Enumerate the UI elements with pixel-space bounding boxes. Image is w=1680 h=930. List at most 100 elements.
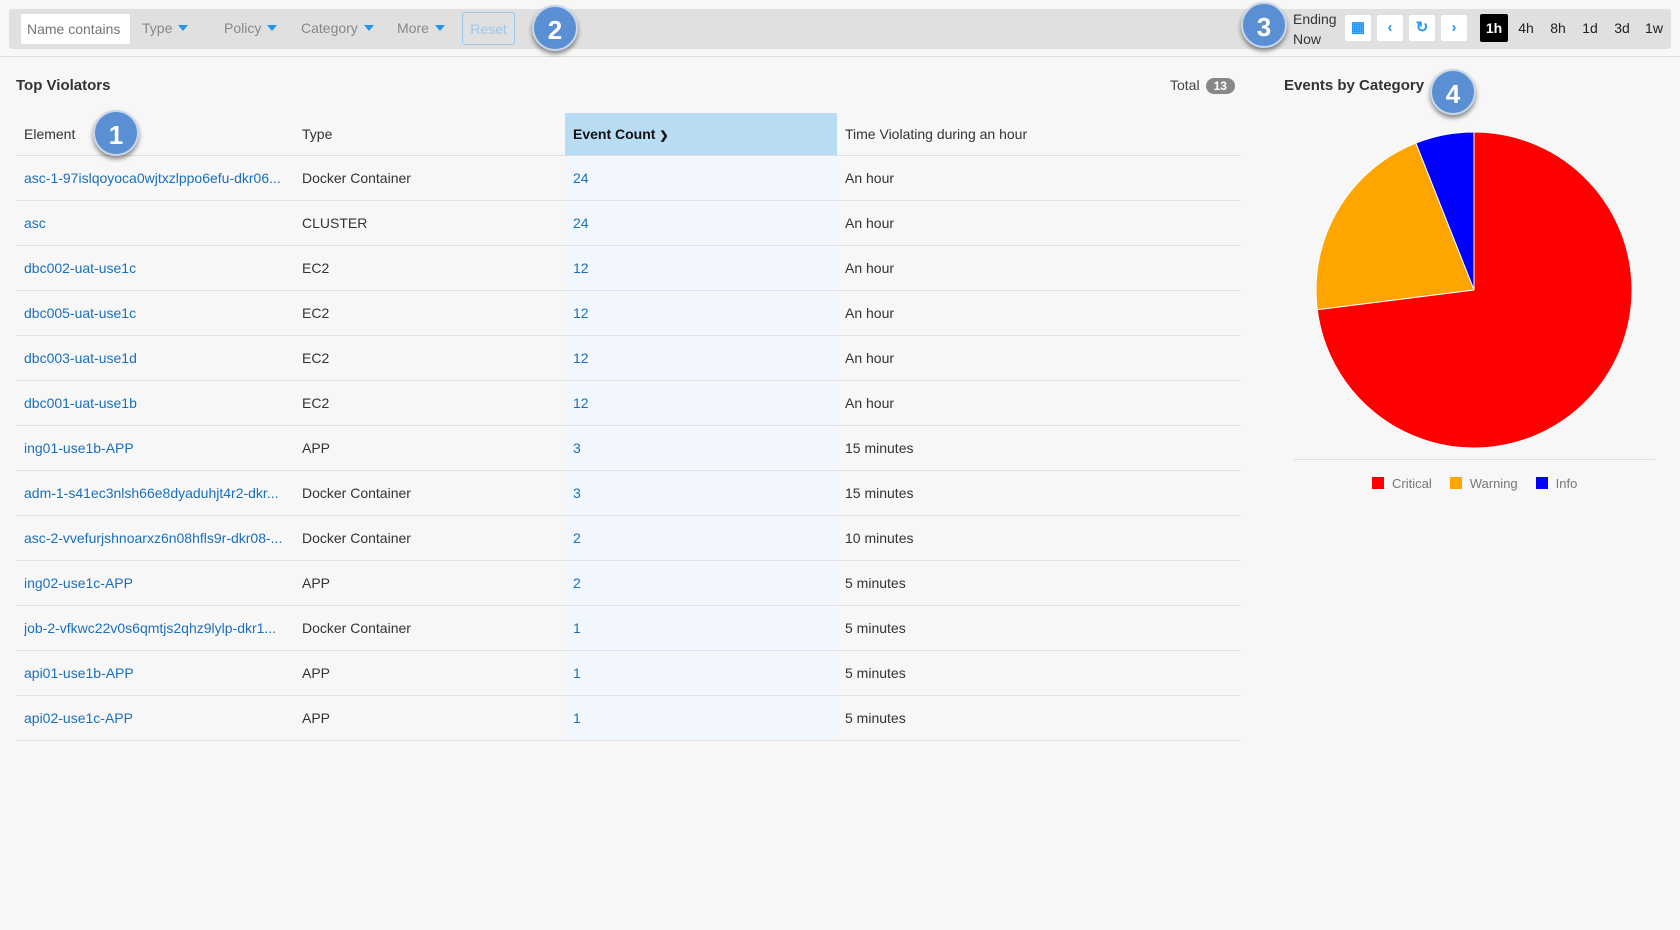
element-cell: api01-use1b-APP bbox=[16, 650, 294, 696]
column-header-event-count[interactable]: Event Count ❯ bbox=[565, 113, 837, 156]
table-row: dbc002-uat-use1c EC2 12 An hour bbox=[16, 245, 1241, 291]
range-1w[interactable]: 1w bbox=[1640, 14, 1668, 42]
type-cell: EC2 bbox=[294, 245, 565, 291]
element-link[interactable]: ing02-use1c-APP bbox=[24, 575, 294, 591]
element-link[interactable]: api02-use1c-APP bbox=[24, 710, 294, 726]
event-count-link[interactable]: 2 bbox=[573, 530, 581, 546]
chevron-right-icon[interactable]: › bbox=[1441, 15, 1467, 41]
column-header-type[interactable]: Type bbox=[294, 113, 565, 156]
event-count-cell: 3 bbox=[565, 425, 837, 471]
event-count-cell: 1 bbox=[565, 695, 837, 741]
refresh-icon[interactable]: ↻ bbox=[1409, 15, 1435, 41]
time-violating-cell: An hour bbox=[837, 335, 1241, 381]
column-header-time-violating[interactable]: Time Violating during an hour bbox=[837, 113, 1241, 156]
divider bbox=[0, 56, 1680, 57]
type-cell: APP bbox=[294, 650, 565, 696]
time-violating-cell: 5 minutes bbox=[837, 650, 1241, 696]
range-3d[interactable]: 3d bbox=[1608, 14, 1636, 42]
element-cell: dbc005-uat-use1c bbox=[16, 290, 294, 336]
time-violating-cell: 15 minutes bbox=[837, 425, 1241, 471]
table-row: api02-use1c-APP APP 1 5 minutes bbox=[16, 695, 1241, 741]
range-1h[interactable]: 1h bbox=[1480, 14, 1508, 42]
category-pie-chart bbox=[1315, 131, 1633, 449]
element-link[interactable]: asc bbox=[24, 215, 294, 231]
element-link[interactable]: api01-use1b-APP bbox=[24, 665, 294, 681]
divider bbox=[1294, 459, 1655, 460]
violators-table: Element Type Event Count ❯ Time Violatin… bbox=[16, 113, 1241, 741]
range-8h[interactable]: 8h bbox=[1544, 14, 1572, 42]
element-cell: dbc003-uat-use1d bbox=[16, 335, 294, 381]
total-count: Total 13 bbox=[1170, 77, 1235, 94]
time-violating-cell: An hour bbox=[837, 200, 1241, 246]
element-cell: dbc001-uat-use1b bbox=[16, 380, 294, 426]
event-count-cell: 1 bbox=[565, 605, 837, 651]
ending-label: Ending bbox=[1293, 11, 1337, 27]
element-link[interactable]: asc-1-97islqoyoca0wjtxzlppo6efu-dkr06... bbox=[24, 170, 294, 186]
time-violating-cell: An hour bbox=[837, 290, 1241, 336]
more-filter-dropdown[interactable]: More bbox=[397, 20, 445, 36]
annotation-marker: 3 bbox=[1241, 2, 1287, 48]
event-count-link[interactable]: 12 bbox=[573, 305, 589, 321]
time-violating-cell: 15 minutes bbox=[837, 470, 1241, 516]
annotation-marker: 2 bbox=[532, 5, 578, 51]
reset-button[interactable]: Reset bbox=[462, 12, 515, 45]
caret-down-icon bbox=[267, 25, 278, 31]
element-link[interactable]: dbc002-uat-use1c bbox=[24, 260, 294, 276]
range-1d[interactable]: 1d bbox=[1576, 14, 1604, 42]
annotation-marker: 4 bbox=[1430, 69, 1476, 115]
event-count-link[interactable]: 1 bbox=[573, 710, 581, 726]
caret-down-icon bbox=[363, 25, 374, 31]
event-count-cell: 24 bbox=[565, 200, 837, 246]
name-search-input[interactable] bbox=[20, 13, 131, 45]
policy-filter-label: Policy bbox=[224, 20, 262, 36]
legend-swatch bbox=[1535, 477, 1548, 489]
event-count-link[interactable]: 3 bbox=[573, 440, 581, 456]
element-link[interactable]: ing01-use1b-APP bbox=[24, 440, 294, 456]
calendar-icon[interactable]: ▦ bbox=[1345, 15, 1371, 41]
element-link[interactable]: dbc003-uat-use1d bbox=[24, 350, 294, 366]
type-filter-dropdown[interactable]: Type bbox=[142, 20, 189, 36]
event-count-link[interactable]: 1 bbox=[573, 620, 581, 636]
event-count-link[interactable]: 3 bbox=[573, 485, 581, 501]
table-row: asc CLUSTER 24 An hour bbox=[16, 200, 1241, 246]
table-row: dbc003-uat-use1d EC2 12 An hour bbox=[16, 335, 1241, 381]
table-row: job-2-vfkwc22v0s6qmtjs2qhz9lylp-dkr1... … bbox=[16, 605, 1241, 651]
event-count-link[interactable]: 1 bbox=[573, 665, 581, 681]
time-violating-cell: An hour bbox=[837, 155, 1241, 201]
column-header-element[interactable]: Element bbox=[16, 113, 294, 156]
legend-swatch bbox=[1449, 477, 1462, 489]
element-link[interactable]: job-2-vfkwc22v0s6qmtjs2qhz9lylp-dkr1... bbox=[24, 620, 294, 636]
chart-legend: Critical Warning Info bbox=[1372, 476, 1577, 491]
ending-time: Ending Now bbox=[1293, 9, 1337, 49]
element-cell: asc bbox=[16, 200, 294, 246]
event-count-link[interactable]: 12 bbox=[573, 260, 589, 276]
annotation-marker: 1 bbox=[93, 110, 139, 156]
element-link[interactable]: dbc001-uat-use1b bbox=[24, 395, 294, 411]
element-cell: adm-1-s41ec3nlsh66e8dyaduhjt4r2-dkr... bbox=[16, 470, 294, 516]
element-link[interactable]: asc-2-vvefurjshnoarxz6n08hfls9r-dkr08-..… bbox=[24, 530, 294, 546]
event-count-cell: 2 bbox=[565, 515, 837, 561]
filter-toolbar: Type Policy Category More Reset Ending No… bbox=[9, 9, 1671, 49]
element-link[interactable]: dbc005-uat-use1c bbox=[24, 305, 294, 321]
event-count-link[interactable]: 24 bbox=[573, 215, 589, 231]
table-row: dbc005-uat-use1c EC2 12 An hour bbox=[16, 290, 1241, 336]
chevron-left-icon[interactable]: ‹ bbox=[1377, 15, 1403, 41]
type-cell: EC2 bbox=[294, 290, 565, 336]
range-4h[interactable]: 4h bbox=[1512, 14, 1540, 42]
element-link[interactable]: adm-1-s41ec3nlsh66e8dyaduhjt4r2-dkr... bbox=[24, 485, 294, 501]
caret-down-icon bbox=[434, 25, 445, 31]
event-count-link[interactable]: 12 bbox=[573, 395, 589, 411]
legend-item-info[interactable]: Info bbox=[1535, 476, 1577, 491]
category-filter-dropdown[interactable]: Category bbox=[301, 20, 374, 36]
time-violating-cell: 5 minutes bbox=[837, 560, 1241, 606]
type-cell: EC2 bbox=[294, 335, 565, 381]
event-count-link[interactable]: 2 bbox=[573, 575, 581, 591]
type-cell: Docker Container bbox=[294, 515, 565, 561]
events-by-category-title: Events by Category bbox=[1284, 77, 1425, 94]
legend-item-warning[interactable]: Warning bbox=[1449, 476, 1518, 491]
event-count-link[interactable]: 12 bbox=[573, 350, 589, 366]
policy-filter-dropdown[interactable]: Policy bbox=[224, 20, 278, 36]
event-count-link[interactable]: 24 bbox=[573, 170, 589, 186]
legend-item-critical[interactable]: Critical bbox=[1372, 476, 1432, 491]
event-count-cell: 3 bbox=[565, 470, 837, 516]
